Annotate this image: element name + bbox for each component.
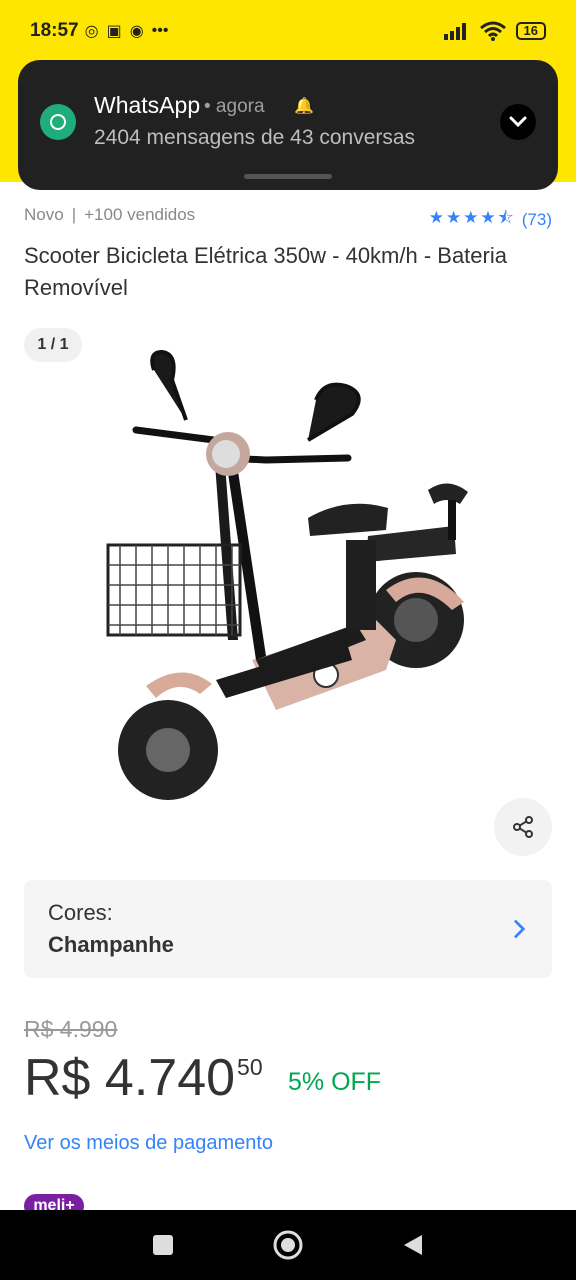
- status-notification-icons: ◎ ▣ ◉ •••: [85, 21, 169, 41]
- whatsapp-notification[interactable]: WhatsApp • agora 🔔 2404 mensagens de 43 …: [18, 60, 558, 190]
- home-circle-icon: [273, 1230, 303, 1260]
- square-icon: [152, 1235, 173, 1255]
- whatsapp-icon: [40, 104, 76, 140]
- share-button[interactable]: [494, 798, 552, 856]
- image-counter: 1 / 1: [24, 328, 82, 362]
- product-condition: Novo | +100 vendidos: [24, 205, 195, 225]
- wifi-icon: [479, 21, 506, 41]
- product-rating[interactable]: ★★★★⯪ (73): [429, 205, 552, 234]
- variant-value: Champanhe: [48, 932, 174, 957]
- original-price: R$ 4.990: [24, 1016, 118, 1042]
- current-price: R$ 4.740 50: [24, 1048, 263, 1108]
- notification-time: • agora: [204, 96, 265, 117]
- price-cents: 50: [237, 1054, 263, 1080]
- recent-apps-button[interactable]: [143, 1225, 183, 1265]
- bell-icon: 🔔: [294, 98, 314, 115]
- back-button[interactable]: [393, 1225, 433, 1265]
- variant-label: Cores:: [48, 900, 113, 925]
- status-bar: 18:57 ◎ ▣ ◉ ••• 16: [0, 0, 576, 62]
- separator: |: [71, 205, 77, 224]
- share-icon: [513, 816, 533, 838]
- sold-count: +100 vendidos: [84, 205, 196, 224]
- notification-drag-handle[interactable]: [244, 174, 332, 179]
- rating-stars-icon: ★★★★⯪: [428, 208, 516, 227]
- battery-icon: 16: [515, 22, 546, 40]
- chevron-down-icon: [509, 116, 527, 128]
- home-button[interactable]: [268, 1225, 308, 1265]
- notification-app-name: WhatsApp: [94, 92, 201, 118]
- review-count: (73): [521, 209, 552, 229]
- signal-icon: [443, 23, 466, 40]
- instagram-icon: ▣: [106, 23, 122, 40]
- chevron-right-icon: [514, 920, 526, 938]
- system-navigation-bar: [0, 1210, 576, 1280]
- status-time: 18:57: [30, 20, 79, 41]
- discount-badge: 5% OFF: [288, 1068, 382, 1096]
- status-system-icons: 16: [443, 21, 546, 41]
- eye-icon: ◉: [129, 23, 144, 40]
- whatsapp-icon: ◎: [84, 23, 99, 40]
- price-main: R$ 4.740: [24, 1049, 236, 1107]
- back-triangle-icon: [404, 1235, 423, 1255]
- product-title: Scooter Bicicleta Elétrica 350w - 40km/h…: [24, 243, 507, 300]
- more-dots-icon: •••: [151, 22, 169, 39]
- product-image[interactable]: [96, 340, 496, 820]
- color-variant-selector[interactable]: Cores: Champanhe: [24, 880, 552, 978]
- payment-methods-link[interactable]: Ver os meios de pagamento: [24, 1132, 273, 1155]
- expand-notification-button[interactable]: [500, 104, 536, 140]
- notification-text: 2404 mensagens de 43 conversas: [94, 126, 416, 149]
- condition-label: Novo: [24, 205, 64, 224]
